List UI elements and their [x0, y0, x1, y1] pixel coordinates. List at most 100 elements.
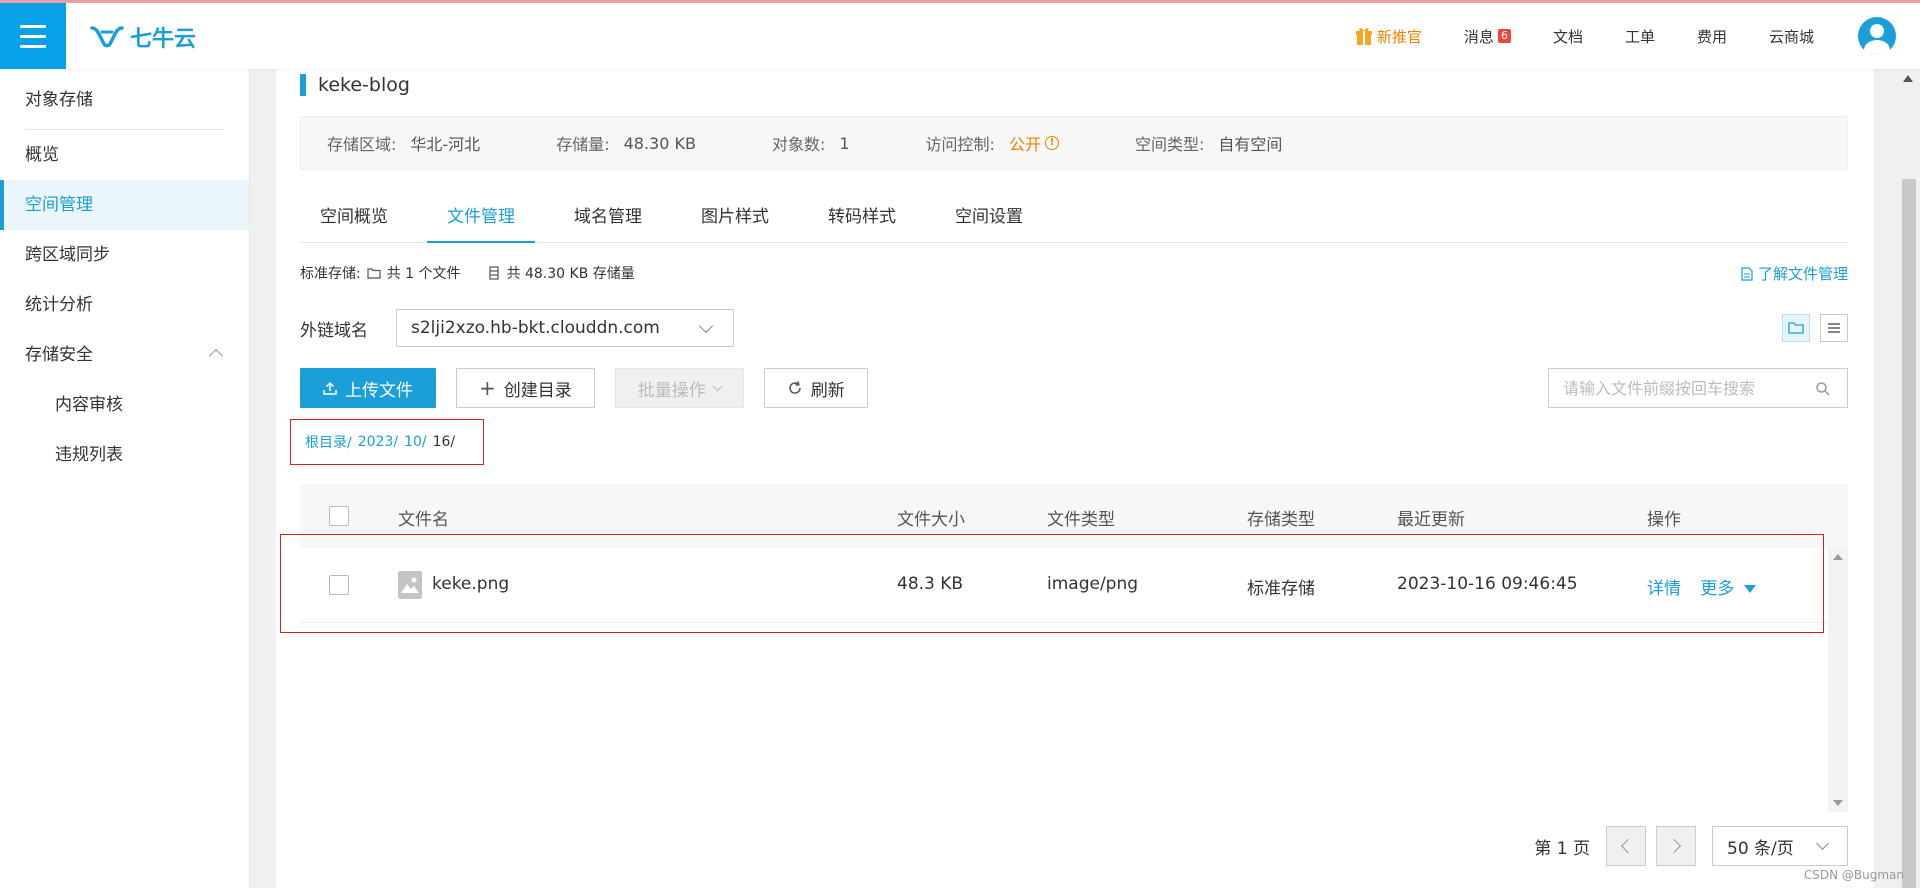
sidebar-item-overview[interactable]: 概览	[0, 130, 249, 180]
info-value: 1	[839, 133, 850, 153]
page-scrollbar[interactable]	[1896, 69, 1920, 888]
more-actions-link[interactable]: 更多	[1700, 579, 1757, 599]
select-all-checkbox[interactable]	[329, 506, 349, 526]
file-table-header: 文件名 文件大小 文件类型 存储类型 最近更新 操作	[300, 484, 1848, 548]
sidebar-item-storage-security[interactable]: 存储安全	[0, 330, 249, 380]
column-header-updated[interactable]: 最近更新	[1397, 505, 1465, 530]
page-title: keke-blog	[300, 69, 410, 101]
list-icon	[1828, 323, 1840, 333]
sidebar-subitem-content-review[interactable]: 内容审核	[0, 380, 249, 430]
tab-domain-management[interactable]: 域名管理	[554, 195, 662, 243]
folder-view-button[interactable]	[1782, 314, 1810, 342]
info-value: 华北-河北	[410, 135, 481, 154]
sidebar-item-cross-region-sync[interactable]: 跨区域同步	[0, 230, 249, 280]
refresh-button[interactable]: 刷新	[763, 368, 868, 408]
create-directory-button[interactable]: + 创建目录	[456, 368, 595, 408]
scroll-down-icon[interactable]	[1833, 800, 1843, 806]
batch-operation-button[interactable]: 批量操作	[614, 368, 744, 408]
nav-docs[interactable]: 文档	[1553, 26, 1583, 47]
info-value[interactable]: 公开 !	[1009, 131, 1059, 155]
scrollbar-thumb[interactable]	[1902, 179, 1916, 888]
sidebar-title: 对象存储	[25, 90, 93, 110]
detail-link[interactable]: 详情	[1647, 579, 1681, 599]
scroll-up-icon[interactable]	[1833, 554, 1843, 560]
logo[interactable]: 七牛云	[90, 21, 196, 53]
info-key: 访问控制:	[925, 135, 995, 154]
domain-select[interactable]: s2lji2xzo.hb-bkt.clouddn.com	[396, 309, 734, 347]
top-nav: 新推官 消息 6 文档 工单 费用 云商城	[1313, 3, 1920, 69]
title-accent-bar	[300, 74, 306, 96]
domain-select-value: s2lji2xzo.hb-bkt.clouddn.com	[411, 318, 660, 338]
tab-overview[interactable]: 空间概览	[300, 195, 408, 243]
chevron-down-icon	[712, 381, 723, 391]
tab-transcode-styles[interactable]: 转码样式	[808, 195, 916, 243]
learn-file-management-link[interactable]: 了解文件管理	[1741, 263, 1848, 284]
breadcrumb-month[interactable]: 10/	[404, 434, 427, 450]
breadcrumb-year[interactable]: 2023/	[358, 434, 398, 450]
prev-page-button[interactable]	[1606, 826, 1646, 866]
file-size: 48.3 KB	[897, 574, 964, 594]
folder-icon	[1788, 322, 1804, 334]
tab-bucket-settings[interactable]: 空间设置	[935, 195, 1043, 243]
menu-toggle-button[interactable]	[0, 3, 66, 69]
tab-image-styles[interactable]: 图片样式	[681, 195, 789, 243]
sidebar-item-buckets[interactable]: 空间管理	[0, 180, 249, 230]
page-size-select[interactable]: 50 条/页	[1712, 826, 1848, 866]
info-circle-icon[interactable]: !	[1044, 136, 1059, 150]
hamburger-line	[20, 44, 46, 48]
info-access-control: 访问控制: 公开 !	[926, 131, 1059, 155]
file-name[interactable]: keke.png	[432, 574, 509, 594]
info-bucket-type: 空间类型: 自有空间	[1135, 131, 1282, 155]
chevron-up-icon	[208, 348, 224, 364]
avatar[interactable]	[1858, 17, 1896, 55]
chevron-left-icon	[1620, 838, 1636, 854]
next-page-button[interactable]	[1656, 826, 1696, 866]
nav-messages[interactable]: 消息 6	[1464, 26, 1511, 47]
access-value: 公开	[1008, 135, 1041, 154]
chevron-down-icon	[698, 318, 714, 334]
bucket-name: keke-blog	[318, 74, 410, 96]
learn-link-label: 了解文件管理	[1757, 265, 1848, 283]
column-header-name[interactable]: 文件名	[398, 505, 449, 530]
file-search-input[interactable]	[1563, 378, 1803, 398]
nav-tickets[interactable]: 工单	[1625, 26, 1655, 47]
scroll-up-icon[interactable]	[1903, 75, 1913, 82]
message-count-badge: 6	[1497, 29, 1511, 43]
info-value: 48.30 KB	[623, 133, 696, 153]
stats-file-count: 共 1 个文件	[386, 266, 461, 282]
nav-promo[interactable]: 新推官	[1355, 26, 1422, 47]
chevron-right-icon	[1666, 838, 1682, 854]
sidebar: 对象存储 概览 空间管理 跨区域同步 统计分析 存储安全 内容审核 违规列表	[0, 69, 250, 888]
breadcrumb-root[interactable]: 根目录/	[305, 432, 352, 452]
column-header-type[interactable]: 文件类型	[1047, 505, 1115, 530]
main-content: keke-blog 存储区域: 华北-河北 存储量: 48.30 KB 对象数:…	[276, 69, 1874, 888]
column-header-storage[interactable]: 存储类型	[1247, 505, 1315, 530]
upload-icon	[323, 381, 337, 395]
sidebar-item-statistics[interactable]: 统计分析	[0, 280, 249, 330]
logo-text: 七牛云	[130, 27, 197, 52]
sidebar-subitem-violations[interactable]: 违规列表	[0, 430, 249, 480]
info-storage: 存储量: 48.30 KB	[556, 131, 696, 155]
info-object-count: 对象数: 1	[772, 131, 850, 155]
row-actions: 详情 更多	[1647, 574, 1757, 599]
nav-billing[interactable]: 费用	[1697, 26, 1727, 47]
watermark: CSDN @Bugman	[1803, 868, 1904, 882]
plus-icon: +	[479, 376, 496, 400]
gift-icon	[1355, 27, 1372, 45]
stats-prefix: 标准存储:	[300, 266, 361, 282]
table-scrollbar[interactable]	[1828, 548, 1848, 812]
table-row: keke.png 48.3 KB image/png 标准存储 2023-10-…	[300, 548, 1848, 623]
search-icon[interactable]	[1815, 381, 1831, 397]
list-view-button[interactable]	[1820, 314, 1848, 342]
document-icon	[1741, 266, 1753, 281]
breadcrumb: 根目录/ 2023/ 10/ 16/	[290, 419, 484, 465]
row-checkbox[interactable]	[329, 575, 349, 595]
domain-label: 外链域名	[300, 320, 368, 341]
tab-file-management[interactable]: 文件管理	[427, 195, 535, 243]
column-header-size[interactable]: 文件大小	[897, 505, 965, 530]
logo-icon	[90, 26, 124, 48]
upload-file-button[interactable]: 上传文件	[300, 368, 436, 408]
nav-marketplace[interactable]: 云商城	[1769, 26, 1814, 47]
nav-promo-label: 新推官	[1376, 27, 1422, 46]
domain-row: 外链域名 s2lji2xzo.hb-bkt.clouddn.com	[300, 309, 734, 347]
